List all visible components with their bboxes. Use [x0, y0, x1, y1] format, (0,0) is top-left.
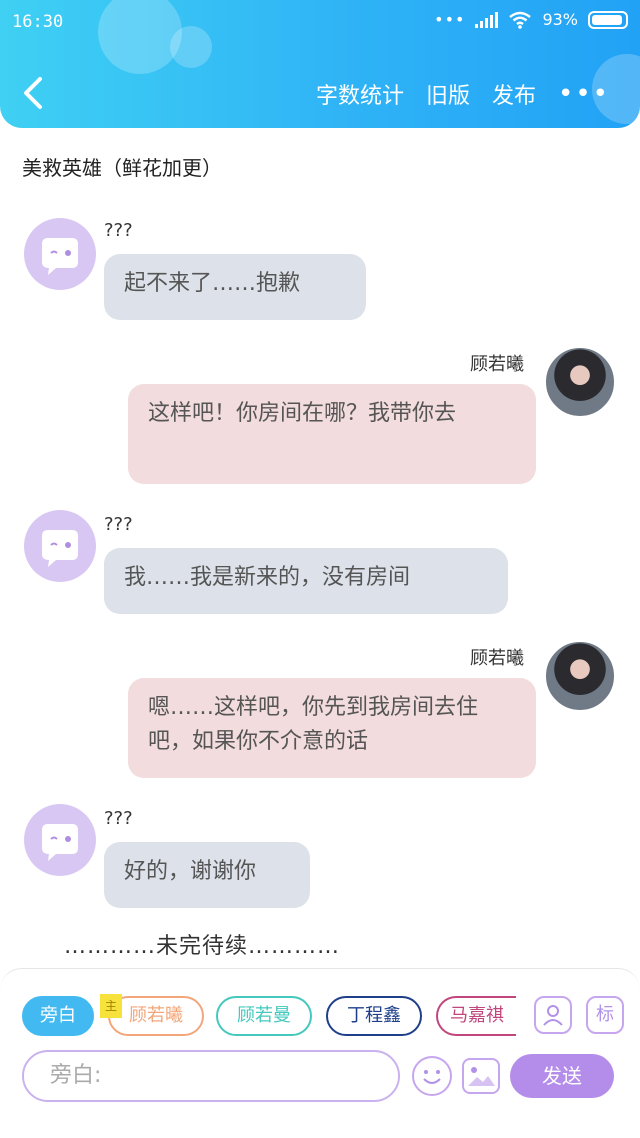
- message-sender: ???: [104, 220, 133, 241]
- add-character-icon: [543, 1005, 563, 1026]
- notification-dots-icon: •••: [434, 10, 466, 29]
- message-bubble[interactable]: 嗯……这样吧，你先到我房间去住吧，如果你不介意的话: [128, 678, 536, 778]
- status-bar-right: ••• 93%: [434, 10, 628, 29]
- top-header: 16:30 ••• 93% 字数统计 旧版 发布 •••: [0, 0, 640, 128]
- message-bubble[interactable]: 好的，谢谢你: [104, 842, 310, 908]
- message-bubble[interactable]: 这样吧！你房间在哪？我带你去: [128, 384, 536, 484]
- role-chip-guruoman[interactable]: 顾若曼: [216, 996, 312, 1036]
- decor-bubble: [98, 0, 182, 74]
- message-sender: ???: [104, 514, 133, 535]
- role-chip-guruoxi[interactable]: 顾若曦: [108, 996, 204, 1036]
- word-count-link[interactable]: 字数统计: [316, 78, 404, 110]
- narrator-avatar[interactable]: [24, 218, 96, 290]
- send-button[interactable]: 发送: [510, 1054, 614, 1098]
- decor-bubble: [170, 26, 212, 68]
- message-bubble[interactable]: 起不来了……抱歉: [104, 254, 366, 320]
- old-version-link[interactable]: 旧版: [426, 78, 470, 110]
- emoji-icon[interactable]: [412, 1056, 452, 1096]
- narrator-avatar[interactable]: [24, 510, 96, 582]
- message-input[interactable]: 旁白:: [22, 1050, 400, 1102]
- role-chip-narrator[interactable]: 旁白: [22, 996, 94, 1036]
- tag-icon[interactable]: 标: [586, 996, 624, 1034]
- message-sender: 顾若曦: [470, 354, 524, 375]
- character-avatar[interactable]: [544, 640, 616, 712]
- character-avatar[interactable]: [544, 346, 616, 418]
- back-icon[interactable]: [20, 76, 48, 110]
- more-icon[interactable]: •••: [558, 81, 610, 107]
- status-time: 16:30: [12, 12, 64, 32]
- battery-icon: [588, 10, 628, 29]
- wifi-icon: [509, 11, 532, 29]
- header-nav: 字数统计 旧版 发布 •••: [316, 78, 610, 110]
- message-sender: 顾若曦: [470, 648, 524, 669]
- image-icon[interactable]: [462, 1058, 500, 1094]
- battery-percent: 93%: [542, 10, 578, 29]
- role-chip-majiaqi[interactable]: 马嘉祺: [436, 996, 516, 1036]
- signal-icon: [475, 11, 499, 28]
- role-chip-dingchengxin[interactable]: 丁程鑫: [326, 996, 422, 1036]
- person-icon[interactable]: [534, 996, 572, 1034]
- message-sender: ???: [104, 808, 133, 829]
- chat-bubble-face-icon: [42, 824, 78, 861]
- picture-icon: [468, 1067, 495, 1086]
- publish-link[interactable]: 发布: [492, 78, 536, 110]
- to-be-continued: …………未完待续…………: [64, 934, 341, 959]
- narrator-avatar[interactable]: [24, 804, 96, 876]
- chat-bubble-face-icon: [42, 238, 78, 275]
- main-role-tag: 主: [100, 994, 122, 1018]
- chat-bubble-face-icon: [42, 530, 78, 567]
- smiley-face-icon: [423, 1070, 441, 1084]
- message-bubble[interactable]: 我……我是新来的，没有房间: [104, 548, 508, 614]
- chapter-title: 美救英雄（鲜花加更）: [22, 156, 222, 180]
